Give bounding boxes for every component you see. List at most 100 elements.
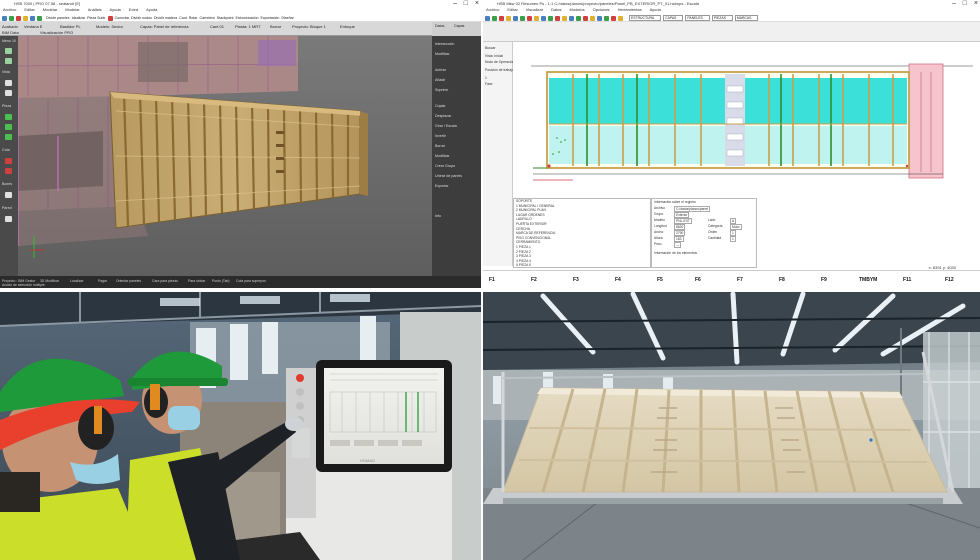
selector[interactable]: ESTRUCTURA: [629, 15, 662, 21]
subbar-label[interactable]: Enfoque: [340, 24, 355, 29]
minimize-icon[interactable]: –: [952, 0, 956, 7]
panel-action[interactable]: Añadir: [435, 78, 445, 82]
menu-item[interactable]: Extra: [129, 7, 138, 13]
line-icon[interactable]: [576, 15, 581, 21]
menu-item[interactable]: Archivo: [3, 7, 16, 13]
toolbar-label[interactable]: Dividir paneles: [46, 16, 70, 20]
mirror-icon[interactable]: [604, 15, 609, 21]
selector[interactable]: CAPAS: [663, 15, 684, 21]
menu-item[interactable]: Herramientas: [618, 7, 642, 13]
nav-item[interactable]: Vista: Inicial: [485, 54, 503, 58]
toolbar-label[interactable]: Pieza Subir: [87, 16, 105, 20]
rotate-icon[interactable]: [611, 15, 616, 21]
toolbar-label[interactable]: Stackpoint: [217, 16, 234, 20]
subbar-label[interactable]: Borrar: [270, 24, 281, 29]
subbar-label[interactable]: Ventana E: [24, 24, 42, 29]
close-icon[interactable]: ×: [974, 0, 978, 7]
delete-icon[interactable]: [527, 15, 532, 21]
measure-icon[interactable]: [562, 15, 567, 21]
new-icon[interactable]: [485, 15, 490, 21]
subbar-label[interactable]: Bastidor PL: [60, 24, 81, 29]
nav-item[interactable]: Fase: [485, 82, 493, 86]
fkey-button[interactable]: F9: [821, 277, 827, 283]
selector[interactable]: PIEZAS: [711, 15, 733, 21]
toolbar-label[interactable]: Estructuración: [235, 16, 258, 20]
stud-icon[interactable]: [5, 134, 12, 140]
panel-action[interactable]: Modificar: [435, 154, 450, 158]
piece-icon[interactable]: [5, 114, 12, 120]
left-tool-label[interactable]: Vista: [2, 70, 10, 74]
toolbar-label[interactable]: Exportación: [260, 16, 279, 20]
cut-icon[interactable]: [107, 15, 113, 21]
toolbar-label[interactable]: Dividir nodos: [131, 16, 152, 20]
panel-action[interactable]: Activar: [435, 68, 446, 72]
dimension-icon[interactable]: [5, 158, 12, 164]
subbar-label[interactable]: Modelo: Sector: [96, 24, 123, 29]
arc-icon[interactable]: [590, 15, 595, 21]
fkey-button[interactable]: F2: [531, 277, 537, 283]
fkey-button[interactable]: F8: [779, 277, 785, 283]
save-icon[interactable]: [499, 15, 504, 21]
selector[interactable]: MARCAS: [734, 15, 759, 21]
select-icon[interactable]: [5, 48, 12, 54]
panel-action[interactable]: Suprimir: [435, 88, 448, 92]
fkey-button[interactable]: F3: [573, 277, 579, 283]
nav-item[interactable]: Posición de trabajo: [485, 68, 514, 72]
selector[interactable]: PANELES: [685, 15, 710, 21]
fkey-extra[interactable]: TMBYM: [859, 277, 877, 283]
fkey-button[interactable]: F7: [737, 277, 743, 283]
menu-item[interactable]: Opciones: [593, 7, 610, 13]
save-icon[interactable]: [16, 15, 21, 21]
left-tool-label[interactable]: Pieza: [2, 104, 11, 108]
left-tool-label[interactable]: Cota: [2, 148, 10, 152]
field-value[interactable]: 1: [730, 236, 736, 242]
toolbar-label[interactable]: Carretera: [200, 16, 215, 20]
menu-item[interactable]: Modelar: [43, 7, 57, 13]
scale-icon[interactable]: [618, 15, 623, 21]
copy-icon[interactable]: [597, 15, 602, 21]
fkey-button[interactable]: F4: [615, 277, 621, 283]
menu-item[interactable]: Visualizar: [526, 7, 543, 13]
menu-item[interactable]: Archivo: [486, 7, 499, 13]
menu-item[interactable]: Ayuda: [650, 7, 661, 13]
right-panel-tab[interactable]: Capas: [454, 24, 464, 28]
undo-icon[interactable]: [23, 15, 28, 21]
menu-item[interactable]: Editar: [507, 7, 517, 13]
zoom-icon[interactable]: [37, 15, 42, 21]
panel-action[interactable]: Modificar: [435, 52, 450, 56]
toolbar-label[interactable]: Dividir madera: [154, 16, 177, 20]
frame-icon[interactable]: [5, 124, 12, 130]
menu-item[interactable]: Ayuda: [110, 7, 121, 13]
left-tool-label[interactable]: Menu 10: [2, 39, 16, 43]
nav-item[interactable]: 1: [485, 76, 487, 80]
menu-item[interactable]: Modelos: [570, 7, 585, 13]
panel-action[interactable]: Girar / Escala: [435, 124, 457, 128]
pan-icon[interactable]: [541, 15, 546, 21]
fkey-button[interactable]: F6: [695, 277, 701, 283]
panel-action[interactable]: Invertir: [435, 134, 446, 138]
view-icon[interactable]: [5, 80, 12, 86]
maximize-icon[interactable]: □: [963, 0, 967, 7]
subbar-label[interactable]: BIM Data: [2, 30, 19, 35]
redo-icon[interactable]: [30, 15, 35, 21]
print-icon[interactable]: [506, 15, 511, 21]
toolbar-label[interactable]: Conectar: [115, 16, 130, 20]
toolbar-label[interactable]: Diseñar: [281, 16, 293, 20]
3d-viewport[interactable]: [18, 36, 432, 276]
menu-item[interactable]: Editar: [24, 7, 34, 13]
panel-action[interactable]: Exportar: [435, 184, 449, 188]
fkey-button[interactable]: F5: [657, 277, 663, 283]
maximize-icon[interactable]: □: [464, 0, 468, 7]
menu-item[interactable]: Datos: [551, 7, 561, 13]
nav-item[interactable]: Buscar: [485, 46, 496, 50]
nav-item[interactable]: Nodo de Operación: [485, 60, 514, 64]
subbar-label[interactable]: Cant 01: [210, 24, 224, 29]
wall-icon[interactable]: [5, 216, 12, 222]
element-list[interactable]: SOPORTE 1 MUNICIPAL / GENERAL 2 MUNICIPA…: [513, 198, 651, 268]
panel-action[interactable]: Unirse de panels: [435, 174, 462, 178]
panel-action[interactable]: Info: [435, 214, 441, 218]
fkey-button[interactable]: F12: [945, 277, 954, 283]
subbar-label[interactable]: Acabado: [2, 24, 18, 29]
orbit-icon[interactable]: [5, 90, 12, 96]
measure-icon[interactable]: [5, 168, 12, 174]
